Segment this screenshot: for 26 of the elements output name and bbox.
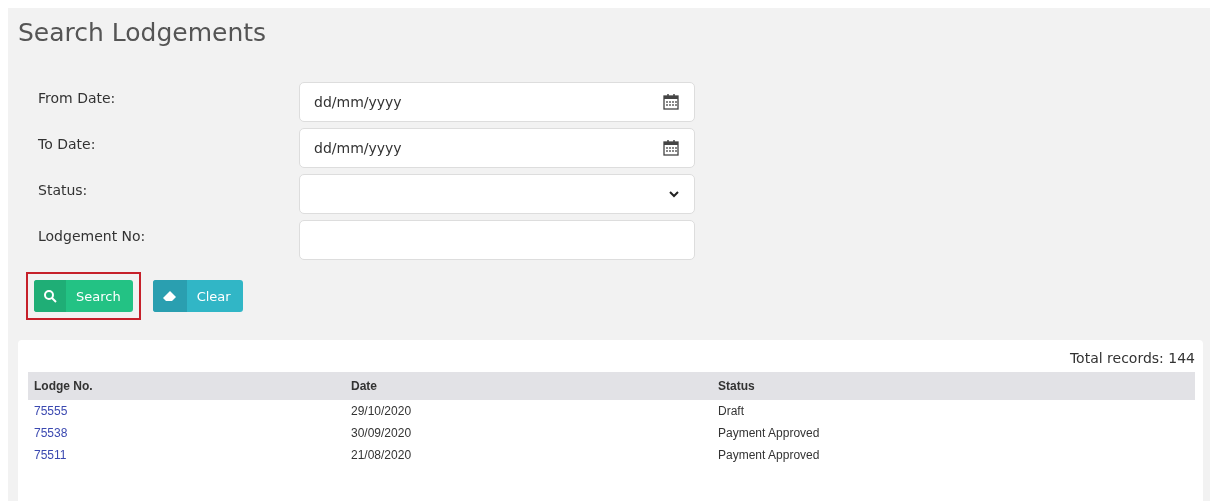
table-cell-text: Payment Approved [717,447,821,464]
table-cell-text: 21/08/2020 [350,447,413,464]
lodgement-link[interactable]: 75555 [34,404,68,418]
table-cell: 29/10/2020 [345,400,712,422]
input-field[interactable] [299,220,695,260]
total-records: Total records: 144 [1068,350,1195,368]
column-header: Status [712,372,1195,400]
column-header: Date [345,372,712,400]
date-field[interactable]: dd/mm/yyyy [299,82,695,122]
field-label: Lodgement No: [38,227,147,244]
table-cell: Draft [712,400,1195,422]
chevron-down-icon[interactable] [668,190,680,198]
column-header: Lodge No. [28,372,345,400]
eraser-icon [161,289,178,303]
calendar-icon[interactable] [662,93,680,111]
page-title: Search Lodgements [17,17,268,49]
table-cell-text: 30/09/2020 [350,425,413,442]
search-icon [43,289,57,303]
field-label: Status: [38,181,89,198]
lodgement-link[interactable]: 75511 [34,448,67,462]
field-label: From Date: [38,89,117,106]
lodgement-link[interactable]: 75538 [34,426,68,440]
calendar-icon[interactable] [662,139,680,157]
table-cell-text: Payment Approved [717,425,821,442]
field-label: To Date: [38,135,97,152]
date-field[interactable]: dd/mm/yyyy [299,128,695,168]
